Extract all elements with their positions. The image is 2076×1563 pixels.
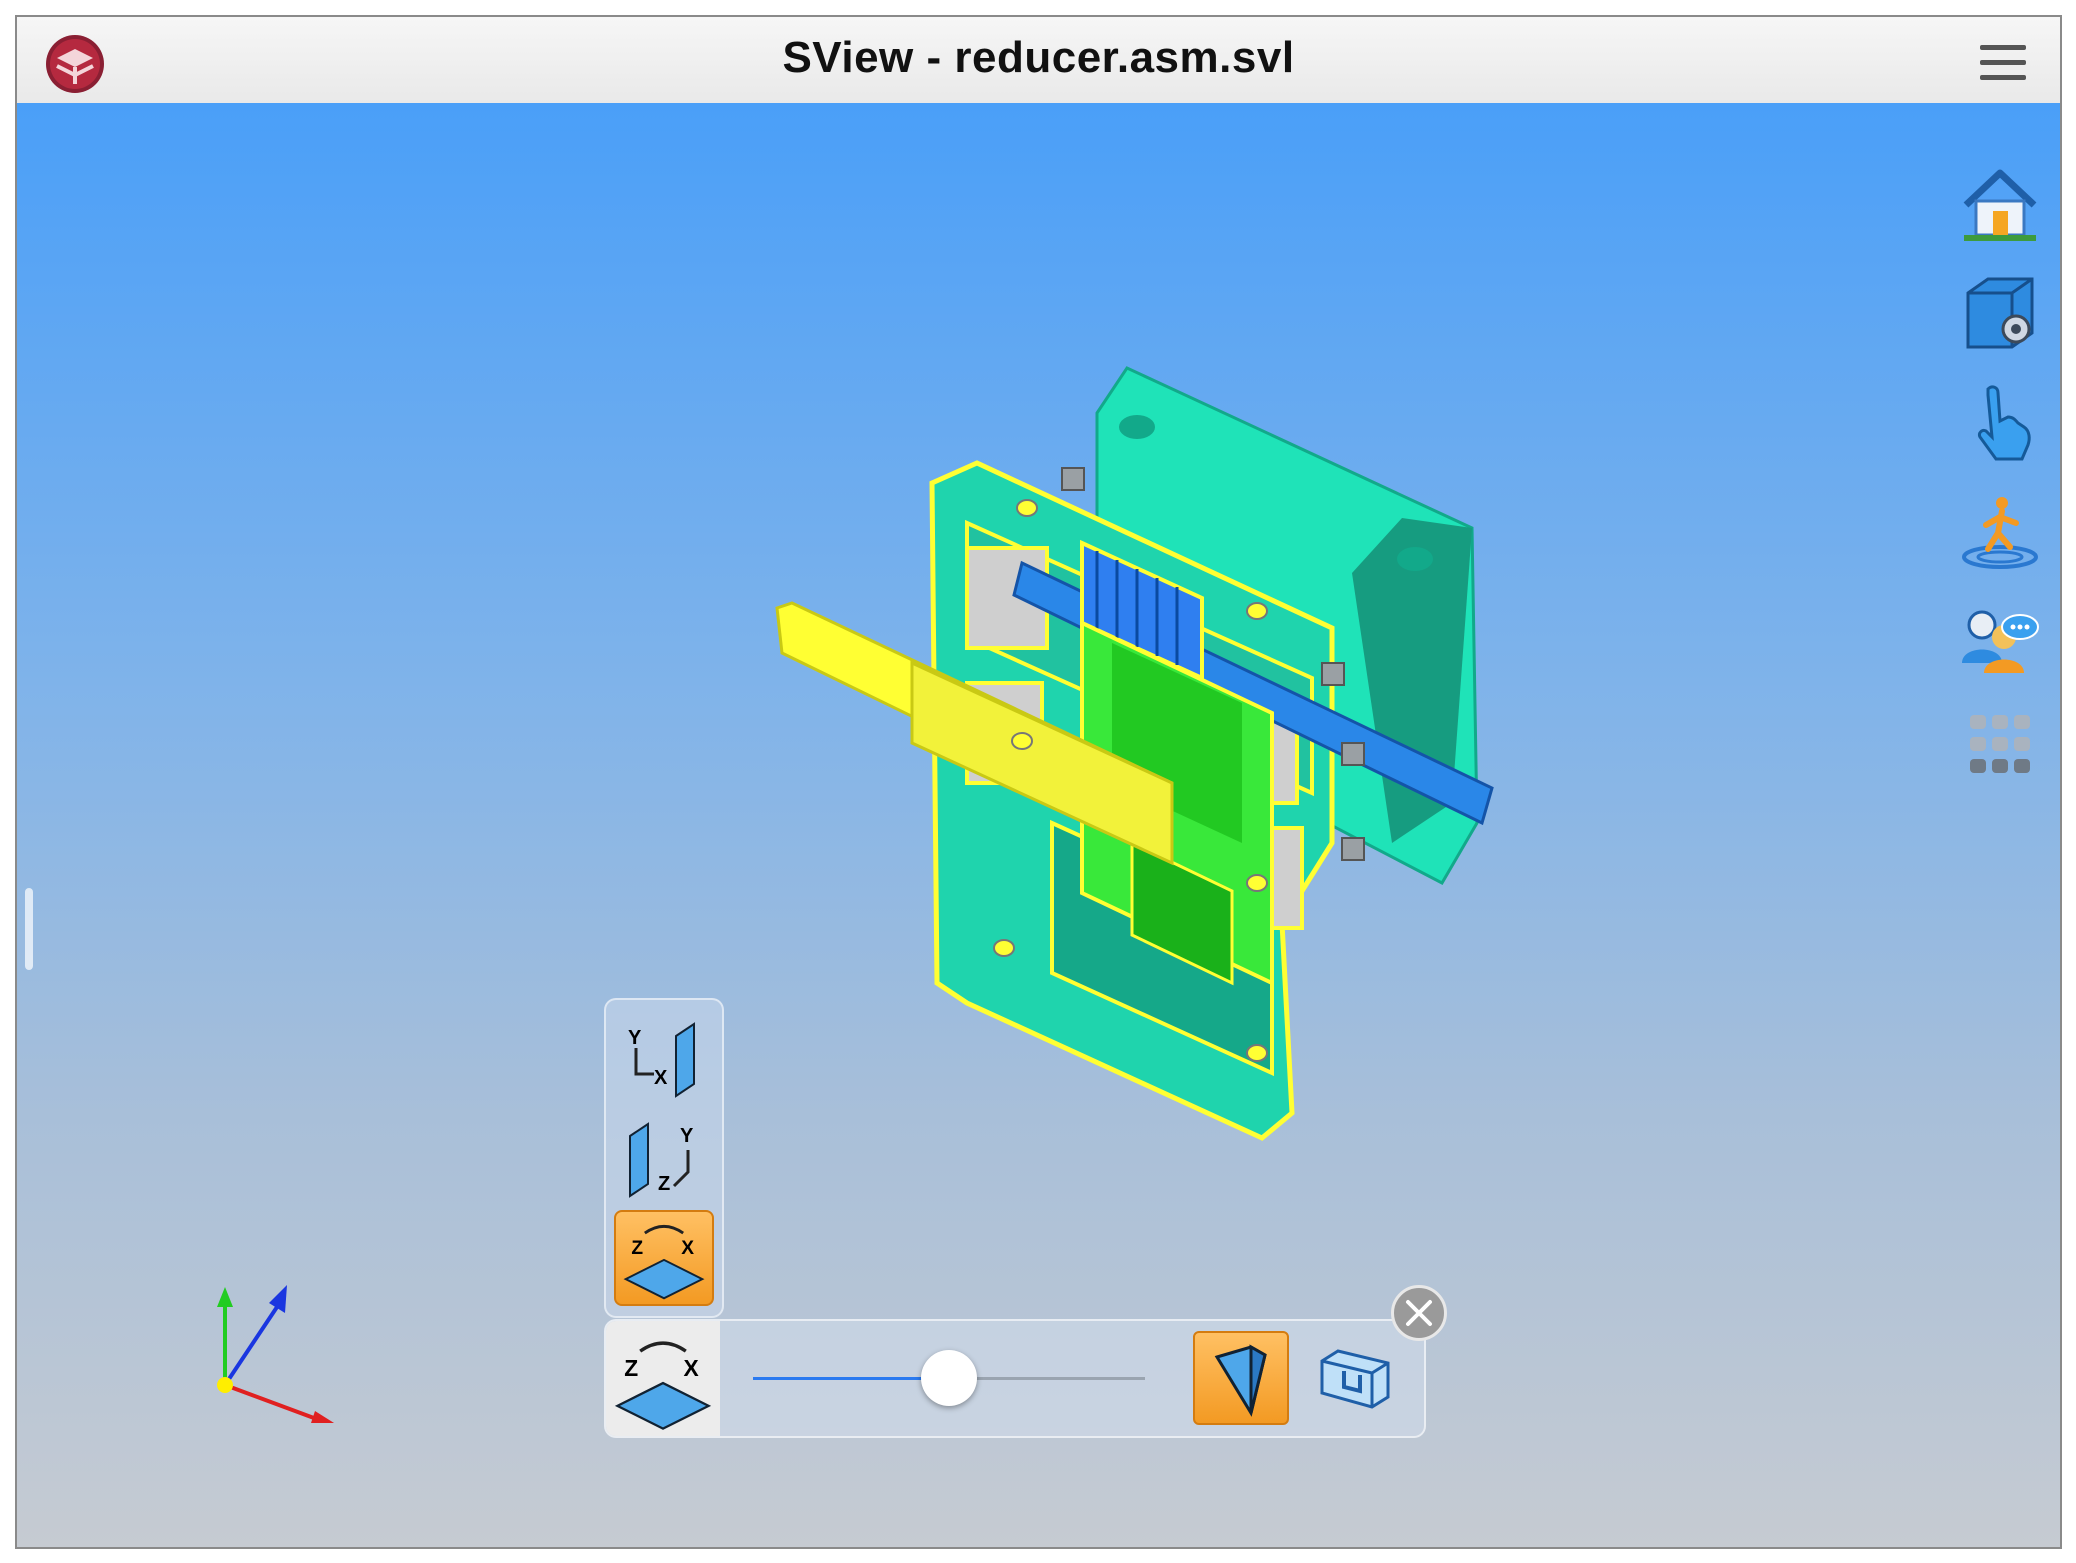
plane-zx-axis-2: X	[681, 1238, 694, 1259]
reducer-model[interactable]	[752, 283, 1522, 1233]
solid-cut-icon	[1214, 1344, 1267, 1417]
zx-plane-icon: Z X	[614, 1341, 712, 1430]
section-plane-selector: Y X Z Y Z X	[604, 998, 724, 1318]
app-window: SView - reducer.asm.svl Y X Z Y Z X Z X	[15, 15, 2062, 1549]
walking-person-icon[interactable]	[1958, 489, 2042, 573]
3d-viewport[interactable]: Y X Z Y Z X Z X	[17, 103, 2060, 1547]
house-icon[interactable]	[1958, 161, 2042, 245]
xy-plane-icon: Y X	[628, 1022, 695, 1098]
box-section-icon	[1320, 1349, 1390, 1409]
close-icon	[1406, 1300, 1432, 1326]
section-position-slider[interactable]	[753, 1350, 1145, 1406]
side-panel-handle[interactable]	[25, 888, 33, 970]
zx-plane-icon: Z X	[623, 1224, 705, 1300]
clip-solid-button[interactable]	[1193, 1331, 1289, 1425]
plane-yz-axis-1: Z	[658, 1173, 670, 1195]
axis-triad	[217, 1285, 335, 1423]
section-toolbar: Z X	[604, 1319, 1426, 1438]
plane-yz-button[interactable]: Z Y	[614, 1110, 714, 1206]
section-view-button[interactable]	[1306, 1331, 1402, 1425]
users-chat-icon[interactable]	[1958, 597, 2042, 681]
plane-xy-button[interactable]: Y X	[614, 1010, 714, 1106]
slider-thumb[interactable]	[921, 1350, 977, 1406]
plane-zx-axis-1: Z	[631, 1238, 643, 1259]
slider-fill	[753, 1377, 949, 1380]
plane-zx-button[interactable]: Z X	[614, 1210, 714, 1306]
plane-xy-axis-2: X	[654, 1067, 668, 1089]
hamburger-menu-icon[interactable]	[1980, 45, 2026, 81]
current-plane-icon: Z X	[606, 1321, 720, 1436]
close-section-button[interactable]	[1391, 1285, 1447, 1341]
pointing-hand-icon[interactable]	[1958, 381, 2042, 465]
window-title: SView - reducer.asm.svl	[782, 33, 1295, 82]
grid-icon[interactable]	[1958, 705, 2042, 789]
cube-gear-icon[interactable]	[1958, 271, 2042, 355]
current-plane-axis-2: X	[684, 1355, 699, 1381]
plane-yz-axis-2: Y	[680, 1125, 694, 1147]
plane-xy-axis-1: Y	[628, 1027, 642, 1049]
title-bar: SView - reducer.asm.svl	[17, 17, 2060, 104]
yz-plane-icon: Z Y	[629, 1122, 694, 1198]
current-plane-axis-1: Z	[624, 1355, 638, 1381]
